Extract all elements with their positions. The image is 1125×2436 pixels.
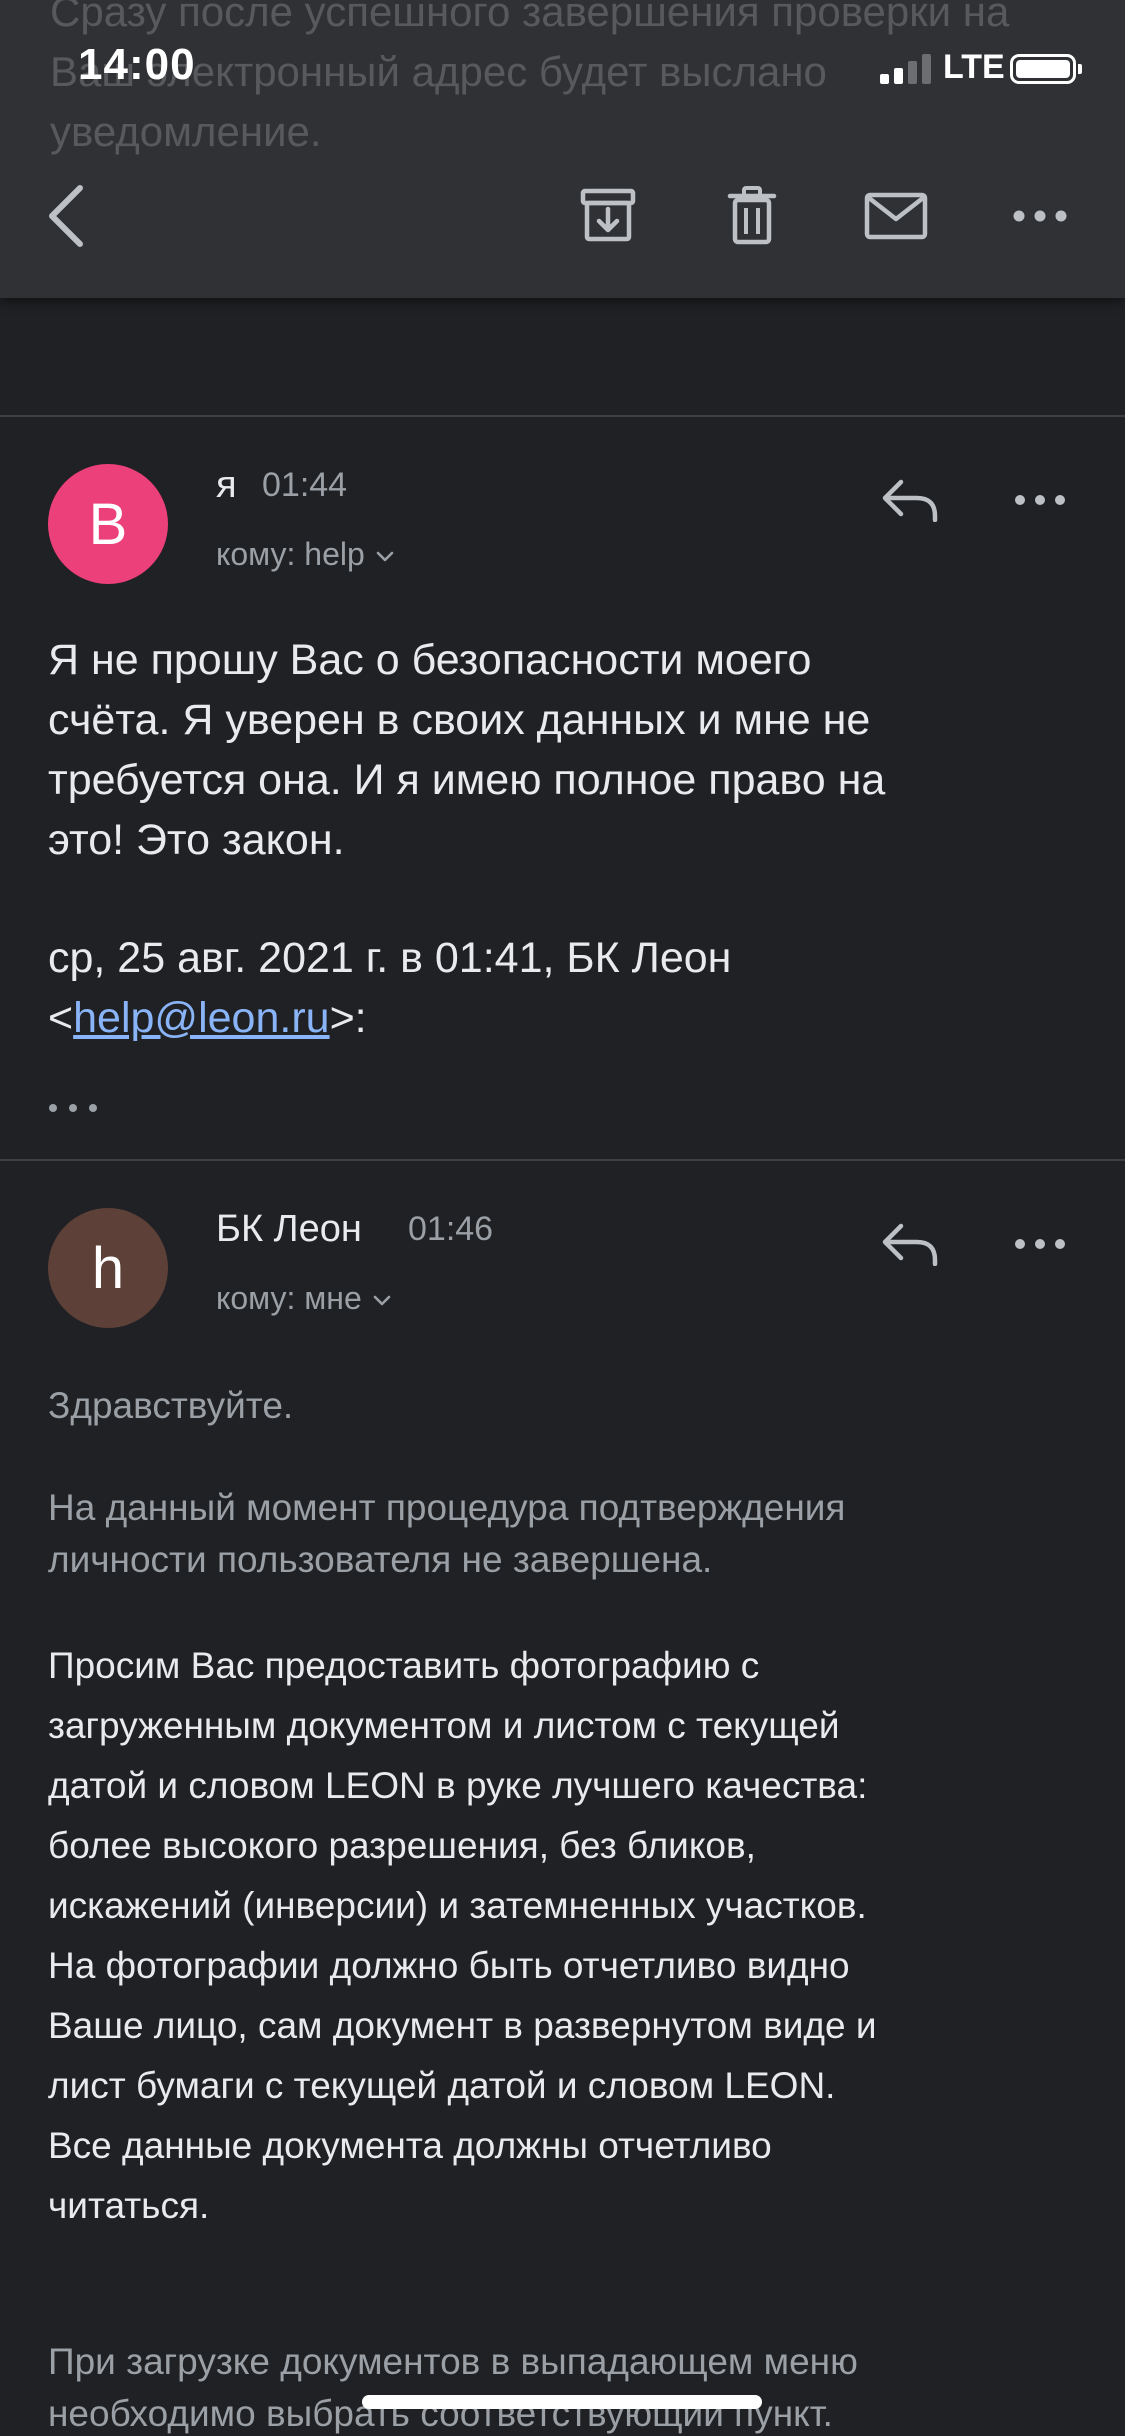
request-paragraph: Просим Вас предоставить фотографию с заг…	[48, 1636, 1108, 2236]
recipient-details-toggle[interactable]: кому: мне	[216, 1280, 392, 1317]
body-line: счёта. Я уверен в своих данных и мне не	[48, 696, 871, 744]
message-body: Я не прошу Вас о безопасности моего счёт…	[48, 630, 1088, 1048]
trash-icon	[727, 186, 777, 245]
message-time: 01:44	[262, 466, 348, 504]
quote-header: ср, 25 авг. 2021 г. в 01:41, БК Леон	[48, 934, 732, 982]
body-line: На фотографии должно быть отчетливо видн…	[48, 1945, 850, 1986]
body-line: датой и словом LEON в руке лучшего качес…	[48, 1765, 868, 1806]
network-type: LTE	[943, 48, 1005, 86]
body-line: На данный момент процедура подтверждения	[48, 1487, 846, 1528]
more-icon	[1015, 1239, 1065, 1249]
archive-icon	[580, 188, 636, 242]
body-line: Ваше лицо, сам документ в развернутом ви…	[48, 2005, 877, 2046]
status-time: 14:00	[78, 40, 196, 89]
reply-icon	[882, 1223, 938, 1266]
quote-email-line: <help@leon.ru>:	[48, 994, 367, 1042]
delete-button[interactable]	[712, 176, 792, 256]
body-line: загруженным документом и листом с текуще…	[48, 1705, 840, 1746]
body-line: требуется она. И я имею полное право на	[48, 756, 886, 804]
more-icon	[1015, 495, 1065, 505]
ellipsis-icon	[49, 1104, 97, 1112]
chevron-down-icon	[373, 1295, 391, 1305]
body-line: При загрузке документов в выпадающем мен…	[48, 2341, 858, 2382]
mark-unread-button[interactable]	[856, 176, 936, 256]
show-quoted-text-button[interactable]	[48, 1088, 108, 1128]
mail-icon	[864, 192, 928, 240]
message-divider	[0, 415, 1125, 417]
message-time: 01:46	[408, 1210, 494, 1248]
notice-paragraph: На данный момент процедура подтверждения…	[48, 1482, 1108, 1586]
archive-button[interactable]	[568, 176, 648, 256]
back-button[interactable]	[26, 176, 106, 256]
more-icon	[1013, 210, 1067, 222]
back-arrow-icon	[49, 185, 83, 247]
recipient-label: кому: мне	[216, 1280, 362, 1316]
avatar[interactable]: B	[48, 464, 168, 584]
sender-name: БК Леон	[216, 1208, 362, 1250]
body-line: лист бумаги с текущей датой и словом LEO…	[48, 2065, 836, 2106]
body-line: Я не прошу Вас о безопасности моего	[48, 636, 812, 684]
cellular-signal-icon	[880, 52, 934, 84]
avatar[interactable]: h	[48, 1208, 168, 1328]
chevron-down-icon	[376, 551, 394, 561]
message-more-button[interactable]	[1000, 460, 1080, 540]
reply-icon	[882, 479, 938, 522]
body-line: более высокого разрешения, без бликов,	[48, 1825, 756, 1866]
reply-button[interactable]	[870, 1204, 950, 1284]
body-line: Все данные документа должны отчетливо	[48, 2125, 772, 2166]
recipient-label: кому: help	[216, 536, 365, 572]
recipient-details-toggle[interactable]: кому: help	[216, 536, 395, 573]
body-line: читаться.	[48, 2185, 210, 2226]
message-more-button[interactable]	[1000, 1204, 1080, 1284]
battery-icon	[1010, 54, 1082, 84]
home-indicator[interactable]	[362, 2395, 762, 2409]
body-line: Просим Вас предоставить фотографию с	[48, 1645, 760, 1686]
top-app-bar: Сразу после успешного завершения проверк…	[0, 0, 1125, 298]
body-line: личности пользователя не завершена.	[48, 1539, 713, 1580]
body-line: искажений (инверсии) и затемненных участ…	[48, 1885, 867, 1926]
email-thread-screen: Сразу после успешного завершения проверк…	[0, 0, 1125, 2436]
greeting-text: Здравствуйте.	[48, 1385, 294, 1426]
upload-paragraph: При загрузке документов в выпадающем мен…	[48, 2336, 1108, 2436]
body-line: это! Это закон.	[48, 816, 345, 864]
sender-name: я	[216, 464, 237, 506]
more-options-button[interactable]	[1000, 176, 1080, 256]
status-bar: 14:00 LTE	[0, 0, 1125, 130]
reply-button[interactable]	[870, 460, 950, 540]
email-link[interactable]: help@leon.ru	[73, 994, 329, 1042]
message-divider	[0, 1159, 1125, 1161]
